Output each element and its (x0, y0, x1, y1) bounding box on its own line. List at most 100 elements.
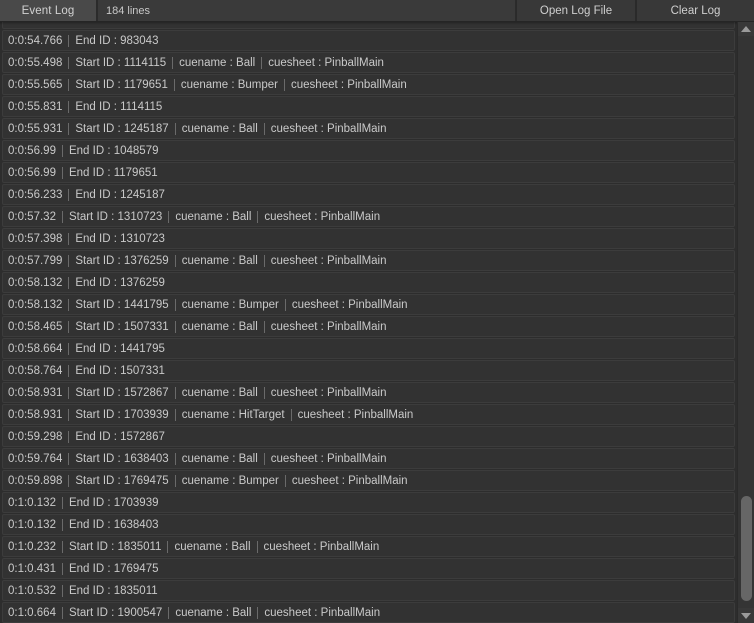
field-separator (174, 320, 176, 333)
table-row[interactable]: 0:0:57.799 Start ID : 1376259 cuename : Ba… (2, 250, 735, 271)
tab-event-log[interactable]: Event Log (0, 0, 97, 21)
table-row[interactable]: 0:1:0.431 End ID : 1769475 (2, 558, 735, 579)
table-row[interactable]: 0:0:58.931 Start ID : 1703939 cuename : Hi… (2, 404, 735, 425)
event-log-toolbar: Event Log 184 lines Open Log File Clear … (0, 0, 754, 22)
table-row[interactable]: 0:0:58.764 End ID : 1507331 (2, 360, 735, 381)
log-field: cuesheet : PinballMain (264, 210, 381, 223)
scrollbar-track[interactable] (738, 36, 754, 608)
field-separator (68, 122, 70, 135)
log-timestamp: 0:0:54.766 (8, 34, 63, 47)
log-field: End ID : 1376259 (75, 276, 165, 289)
table-row[interactable]: 0:0:56.233 End ID : 1245187 (2, 184, 735, 205)
log-field: cuename : Ball (181, 254, 258, 267)
log-field: End ID : 1048579 (68, 144, 159, 157)
log-field: Start ID : 1703939 (75, 408, 169, 421)
field-separator (284, 474, 286, 487)
log-timestamp: 0:1:0.532 (8, 584, 56, 597)
scroll-up-arrow-icon[interactable] (738, 21, 754, 36)
log-field: End ID : 1835011 (68, 584, 158, 597)
field-separator (167, 540, 169, 553)
table-row[interactable]: 0:0:58.465 Start ID : 1507331 cuename : Ba… (2, 316, 735, 337)
clear-log-button[interactable]: Clear Log (636, 0, 754, 21)
log-field: cuename : Bumper (181, 298, 279, 311)
table-row[interactable]: 0:1:0.132 End ID : 1638403 (2, 514, 735, 535)
table-row[interactable]: 0:0:56.99 End ID : 1048579 (2, 140, 735, 161)
event-log-list[interactable]: 0:0:54.766 End ID : 983043 0:0:55.498 Start… (0, 21, 737, 623)
table-row[interactable]: 0:1:0.132 End ID : 1703939 (2, 492, 735, 513)
table-row[interactable]: 0:0:55.565 Start ID : 1179651 cuename : Bu… (2, 74, 735, 95)
log-field: cuesheet : PinballMain (270, 452, 387, 465)
log-timestamp: 0:1:0.232 (8, 540, 56, 553)
table-row[interactable]: 0:0:58.931 Start ID : 1572867 cuename : Ba… (2, 382, 735, 403)
field-separator (284, 78, 286, 91)
log-field: Start ID : 1245187 (75, 122, 169, 135)
table-row[interactable]: 0:0:59.764 Start ID : 1638403 cuename : Ba… (2, 448, 735, 469)
table-row[interactable]: 0:0:55.831 End ID : 1114115 (2, 96, 735, 117)
table-row[interactable]: 0:0:58.664 End ID : 1441795 (2, 338, 735, 359)
field-separator (174, 452, 176, 465)
log-timestamp: 0:1:0.664 (8, 606, 56, 619)
field-separator (172, 56, 174, 69)
log-timestamp: 0:0:56.99 (8, 166, 56, 179)
table-row[interactable]: 0:0:56.99 End ID : 1179651 (2, 162, 735, 183)
log-field: cuesheet : PinballMain (270, 386, 387, 399)
table-row[interactable]: 0:1:0.664 Start ID : 1900547 cuename : Bal… (2, 602, 735, 623)
table-row[interactable]: 0:0:58.132 End ID : 1376259 (2, 272, 735, 293)
event-log-scrollbar[interactable] (737, 21, 754, 623)
table-row[interactable]: 0:0:54.766 End ID : 983043 (2, 30, 735, 51)
log-field: End ID : 1703939 (68, 496, 159, 509)
table-row[interactable]: 0:0:55.931 Start ID : 1245187 cuename : Ba… (2, 118, 735, 139)
field-separator (61, 518, 63, 531)
log-timestamp: 0:0:58.931 (8, 386, 63, 399)
log-field: cuesheet : PinballMain (291, 474, 408, 487)
field-separator (263, 452, 265, 465)
log-field: End ID : 1441795 (75, 342, 165, 355)
table-row[interactable]: 0:0:58.132 Start ID : 1441795 cuename : Bu… (2, 294, 735, 315)
log-timestamp: 0:0:58.132 (8, 298, 63, 311)
log-field: End ID : 1769475 (68, 562, 159, 575)
open-log-file-button[interactable]: Open Log File (516, 0, 636, 21)
log-field: cuesheet : PinballMain (291, 298, 408, 311)
table-row[interactable] (2, 21, 735, 29)
log-field: cuesheet : PinballMain (263, 540, 380, 553)
table-row[interactable]: 0:0:59.298 End ID : 1572867 (2, 426, 735, 447)
log-field: cuename : Ball (181, 452, 258, 465)
log-field: cuesheet : PinballMain (270, 122, 387, 135)
field-separator (68, 320, 70, 333)
field-separator (61, 540, 63, 553)
field-separator (284, 298, 286, 311)
table-row[interactable]: 0:0:57.398 End ID : 1310723 (2, 228, 735, 249)
log-field: cuesheet : PinballMain (297, 408, 414, 421)
log-field: Start ID : 1441795 (75, 298, 169, 311)
scroll-down-arrow-icon[interactable] (738, 608, 754, 623)
table-row[interactable]: 0:0:55.498 Start ID : 1114115 cuename : Ba… (2, 52, 735, 73)
log-field: Start ID : 1769475 (75, 474, 169, 487)
table-row[interactable]: 0:1:0.232 Start ID : 1835011 cuename : Bal… (2, 536, 735, 557)
log-field: Start ID : 1310723 (68, 210, 163, 223)
field-separator (68, 254, 70, 267)
table-row[interactable]: 0:1:0.532 End ID : 1835011 (2, 580, 735, 601)
field-separator (68, 276, 70, 289)
event-log-window: Event Log 184 lines Open Log File Clear … (0, 0, 754, 623)
log-field: Start ID : 1638403 (75, 452, 169, 465)
field-separator (174, 254, 176, 267)
event-log-scroller: 0:0:54.766 End ID : 983043 0:0:55.498 Start… (0, 21, 737, 623)
table-row[interactable]: 0:0:59.898 Start ID : 1769475 cuename : Bu… (2, 470, 735, 491)
table-row[interactable]: 0:0:57.32 Start ID : 1310723 cuename : Bal… (2, 206, 735, 227)
log-timestamp: 0:1:0.132 (8, 518, 56, 531)
log-timestamp: 0:0:59.764 (8, 452, 63, 465)
log-field: cuesheet : PinballMain (264, 606, 381, 619)
field-separator (174, 386, 176, 399)
field-separator (256, 540, 258, 553)
scrollbar-thumb[interactable] (741, 496, 752, 601)
field-separator (168, 210, 170, 223)
log-field: cuename : Bumper (181, 474, 279, 487)
field-separator (168, 606, 170, 619)
field-separator (174, 298, 176, 311)
log-field: Start ID : 1900547 (68, 606, 163, 619)
log-field: cuesheet : PinballMain (270, 254, 387, 267)
field-separator (174, 408, 176, 421)
field-separator (68, 386, 70, 399)
field-separator (263, 254, 265, 267)
log-field: cuename : Ball (175, 210, 252, 223)
